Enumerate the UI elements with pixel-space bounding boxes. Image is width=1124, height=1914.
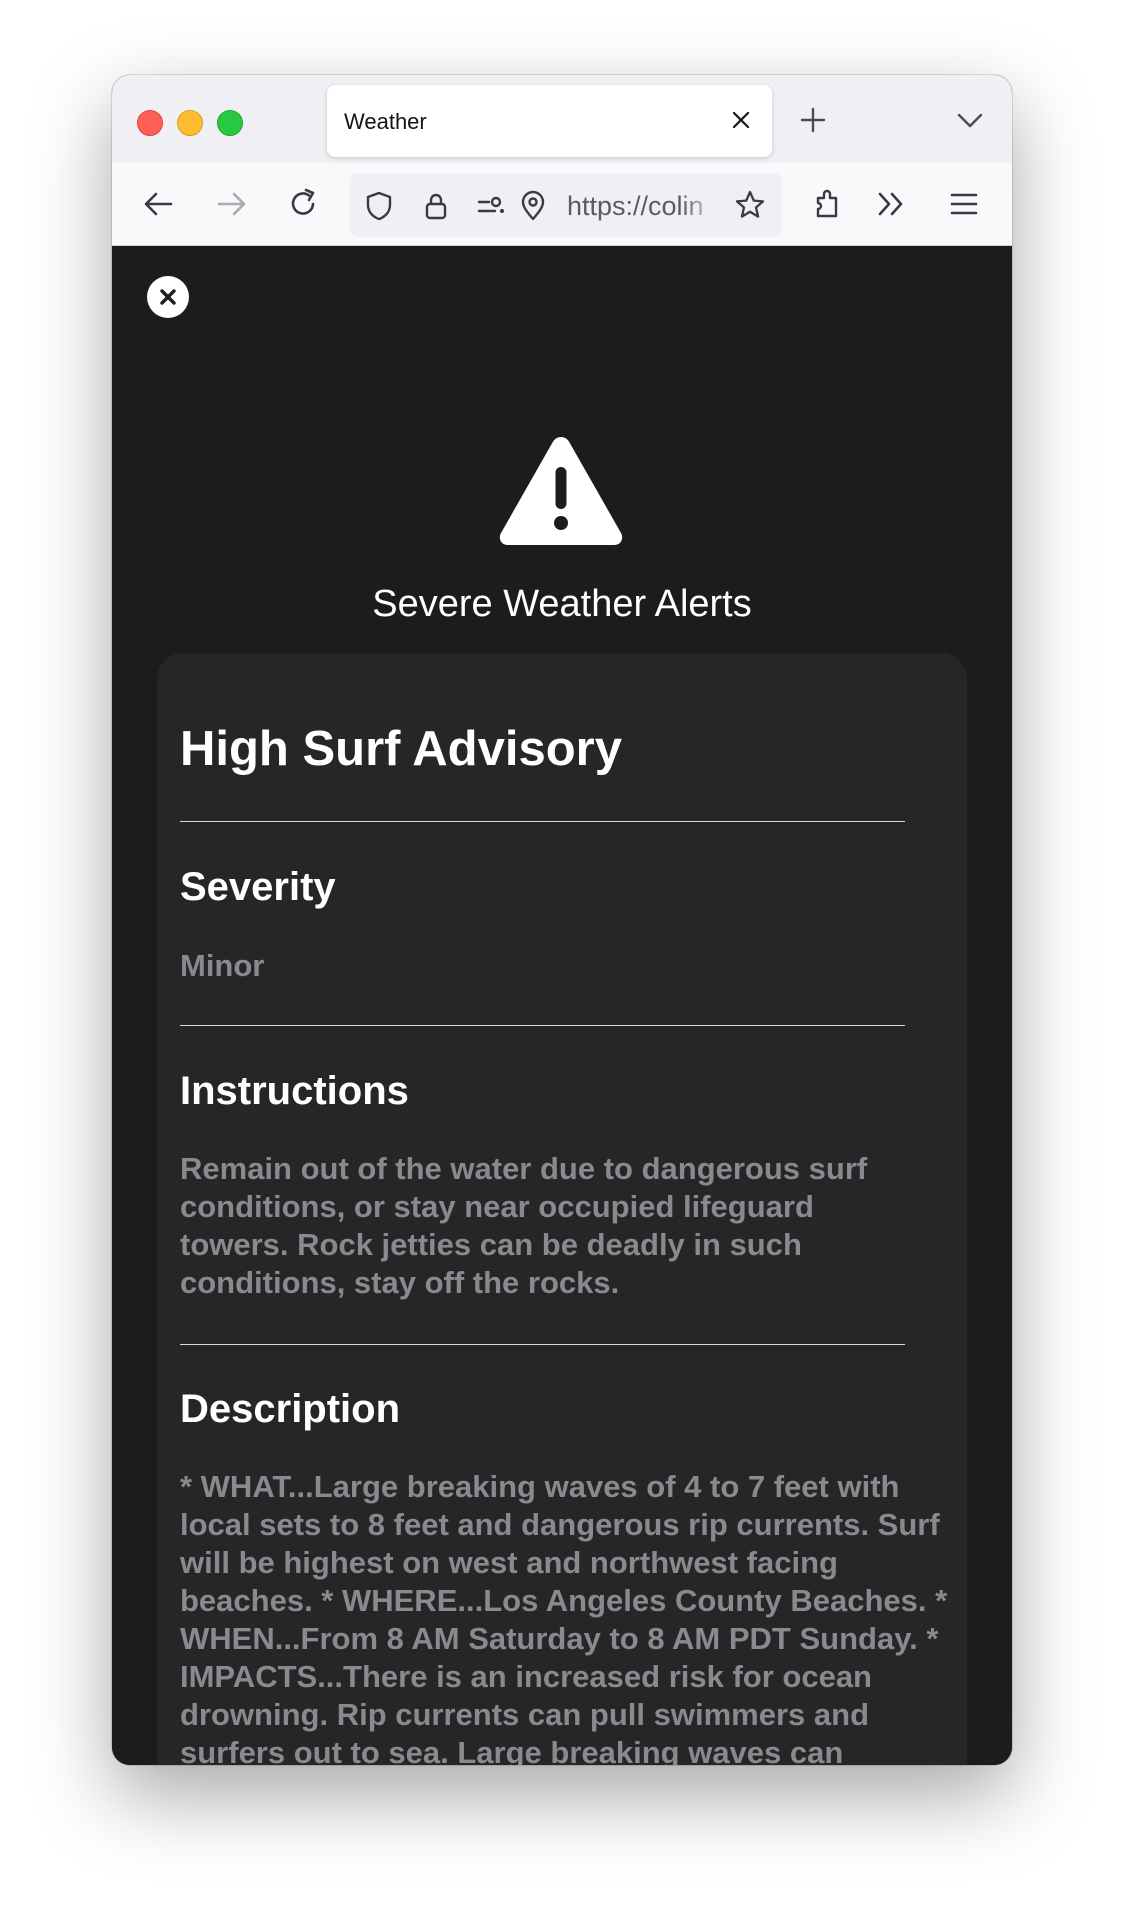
reload-icon[interactable]	[284, 185, 322, 223]
browser-window: Weather https://colin Severe Weather Ale…	[112, 75, 1012, 1765]
alert-card: High Surf Advisory Severity Minor Instru…	[157, 653, 967, 1765]
divider	[180, 1025, 905, 1026]
overflow-chevrons-icon[interactable]	[872, 185, 910, 223]
warning-triangle-icon	[499, 437, 623, 545]
shield-icon[interactable]	[363, 190, 395, 222]
severity-value: Minor	[180, 948, 265, 983]
tab-weather[interactable]: Weather	[327, 85, 772, 157]
url-fade	[680, 187, 720, 223]
lock-icon[interactable]	[420, 190, 452, 222]
tab-close-icon[interactable]	[728, 107, 754, 133]
address-bar[interactable]: https://colin	[350, 173, 782, 237]
page-content: Severe Weather Alerts High Surf Advisory…	[112, 246, 1012, 1765]
extensions-icon[interactable]	[809, 185, 847, 223]
navigation-toolbar: https://colin	[112, 163, 1012, 246]
divider	[180, 1344, 905, 1345]
forward-arrow-icon[interactable]	[212, 185, 250, 223]
severity-heading: Severity	[180, 865, 336, 909]
alerts-title: Severe Weather Alerts	[372, 583, 752, 625]
divider	[180, 821, 905, 822]
instructions-text: Remain out of the water due to dangerous…	[180, 1151, 868, 1300]
alert-title: High Surf Advisory	[180, 722, 622, 776]
instructions-heading: Instructions	[180, 1069, 409, 1113]
window-close-button[interactable]	[137, 110, 163, 136]
close-button[interactable]	[147, 276, 189, 318]
new-tab-icon[interactable]	[798, 105, 828, 135]
screen: Weather https://colin Severe Weather Ale…	[0, 0, 1124, 1914]
hamburger-menu-icon[interactable]	[945, 185, 983, 223]
location-pin-icon[interactable]	[517, 190, 549, 222]
bookmark-star-icon[interactable]	[734, 189, 766, 221]
chevron-down-icon[interactable]	[955, 107, 985, 133]
permissions-icon[interactable]	[475, 190, 507, 222]
tab-bar: Weather	[112, 75, 1012, 163]
close-icon	[160, 289, 176, 305]
window-minimize-button[interactable]	[177, 110, 203, 136]
back-arrow-icon[interactable]	[140, 185, 178, 223]
description-text: * WHAT...Large breaking waves of 4 to 7 …	[180, 1469, 948, 1765]
tab-title: Weather	[344, 109, 427, 134]
window-zoom-button[interactable]	[217, 110, 243, 136]
description-heading: Description	[180, 1387, 401, 1431]
